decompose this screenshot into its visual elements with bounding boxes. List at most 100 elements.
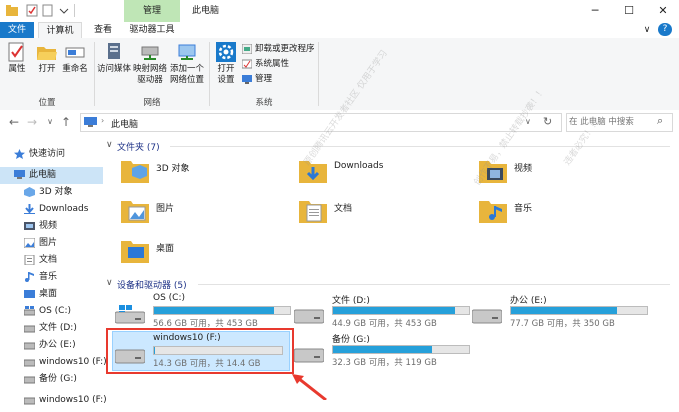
nav-documents[interactable]: 文档 <box>0 252 127 269</box>
map-drive-label-2: 驱动器 <box>137 75 163 85</box>
new-folder-icon[interactable] <box>42 4 54 17</box>
desktop-icon <box>24 289 35 299</box>
folders-collapse-icon[interactable]: ∨ <box>106 140 113 150</box>
nav-pictures[interactable]: 图片 <box>0 235 127 252</box>
drive-usage-fill <box>511 307 618 314</box>
folder-label: 音乐 <box>514 204 533 214</box>
access-media-label: 访问媒体 <box>96 64 131 74</box>
properties-label: 属性 <box>8 64 26 74</box>
folder-label: 3D 对象 <box>156 164 190 174</box>
system-properties-icon <box>241 59 253 69</box>
map-network-drive-button[interactable]: 映射网络 驱动器 <box>132 42 168 86</box>
search-input[interactable] <box>569 115 653 128</box>
properties-check-icon[interactable] <box>26 4 38 17</box>
nav-windows10-f-partial[interactable]: windows10 (F:) <box>0 392 127 409</box>
annotation-highlight-box <box>106 328 294 374</box>
nav-os-c[interactable]: OS (C:) <box>0 303 127 320</box>
help-button[interactable]: ? <box>658 23 672 36</box>
nav-windows10-f-partial-label: windows10 (F:) <box>39 395 107 405</box>
tab-file[interactable]: 文件 <box>0 22 34 38</box>
nav-windows10-f-label: windows10 (F:) <box>39 357 107 367</box>
folder-documents[interactable]: 文档 <box>298 195 468 231</box>
manage-button[interactable]: 管理 <box>242 73 272 86</box>
properties-icon <box>6 42 28 62</box>
section-divider <box>170 146 670 147</box>
drive-os-c[interactable]: OS (C:) 56.6 GB 可用，共 453 GB <box>113 292 293 330</box>
drive-backup-g[interactable]: 备份 (G:) 32.3 GB 可用，共 119 GB <box>292 331 472 369</box>
up-button[interactable]: ↑ <box>58 113 74 131</box>
nav-this-pc[interactable]: 此电脑 <box>0 167 103 184</box>
nav-videos[interactable]: 视频 <box>0 218 127 235</box>
properties-button[interactable]: 属性 <box>4 42 30 75</box>
add-location-label-2: 网络位置 <box>169 75 204 85</box>
refresh-button[interactable]: ↻ <box>543 115 552 128</box>
breadcrumb-this-pc[interactable]: 此电脑 <box>111 117 138 130</box>
add-network-location-button[interactable]: 添加一个 网络位置 <box>168 42 206 86</box>
folder-icon <box>120 237 150 265</box>
divider <box>74 4 75 17</box>
folders-section-header[interactable]: 文件夹 (7) <box>117 140 160 153</box>
nav-pictures-label: 图片 <box>39 238 58 248</box>
access-media-button[interactable]: 访问媒体 <box>96 42 132 75</box>
uninstall-label: 卸载或更改程序 <box>255 44 315 54</box>
rename-button[interactable]: 重命名 <box>60 42 90 75</box>
folder-icon <box>120 197 150 225</box>
media-server-icon <box>103 42 125 62</box>
quick-access-dropdown-icon[interactable] <box>58 4 70 17</box>
drive-space-info: 77.7 GB 可用，共 350 GB <box>510 319 615 329</box>
minimize-button[interactable]: ─ <box>580 0 610 22</box>
group-network-label: 网络 <box>143 98 161 108</box>
folder-music[interactable]: 音乐 <box>478 195 648 231</box>
system-properties-button[interactable]: 系统属性 <box>241 58 289 71</box>
back-button[interactable]: ← <box>6 113 22 131</box>
folder-label: 桌面 <box>156 244 175 254</box>
tab-manage[interactable]: 管理 <box>124 0 180 22</box>
open-settings-button[interactable]: 打开 设置 <box>212 42 240 86</box>
folder-desktop[interactable]: 桌面 <box>120 235 290 271</box>
manage-label: 管理 <box>255 74 273 84</box>
breadcrumb-chevron-icon[interactable]: › <box>101 116 104 125</box>
drive-space-info: 44.9 GB 可用，共 453 GB <box>332 319 437 329</box>
nav-office-e-label: 办公 (E:) <box>39 340 76 350</box>
network-drive-icon <box>139 42 161 62</box>
document-icon <box>24 254 35 265</box>
folder-downloads[interactable]: Downloads <box>298 155 468 191</box>
maximize-button[interactable]: ☐ <box>614 0 644 22</box>
tab-computer[interactable]: 计算机 <box>38 22 82 39</box>
drive-icon <box>23 323 36 333</box>
recent-locations-button[interactable]: ∨ <box>42 113 58 131</box>
rename-icon <box>64 42 86 62</box>
folder-icon[interactable] <box>6 4 18 17</box>
music-note-icon <box>24 271 35 282</box>
nav-3d-objects[interactable]: 3D 对象 <box>0 184 127 201</box>
drive-office-e[interactable]: 办公 (E:) 77.7 GB 可用，共 350 GB <box>470 292 650 330</box>
rename-label: 重命名 <box>62 64 88 74</box>
nav-downloads-label: Downloads <box>39 204 89 214</box>
computer-icon <box>84 117 97 131</box>
drive-icon <box>23 340 36 350</box>
annotation-arrow-icon <box>292 374 327 400</box>
forward-button[interactable]: → <box>24 113 40 131</box>
drives-section-header[interactable]: 设备和驱动器 (5) <box>117 278 187 291</box>
title-bar: 管理 此电脑 ─ ☐ ✕ <box>0 0 679 22</box>
search-icon[interactable]: ⌕ <box>657 114 663 128</box>
tab-view[interactable]: 查看 <box>86 22 120 38</box>
folder-pictures[interactable]: 图片 <box>120 195 290 231</box>
nav-quick-access-label: 快速访问 <box>29 149 66 159</box>
nav-desktop[interactable]: 桌面 <box>0 286 127 303</box>
open-button[interactable]: 打开 <box>34 42 60 75</box>
folder-icon <box>298 197 328 225</box>
navigation-pane: 快速访问 此电脑 3D 对象 Downloads 视频 图片 文档 音乐 桌面 … <box>0 138 107 405</box>
folder-3d-objects[interactable]: 3D 对象 <box>120 155 290 191</box>
nav-desktop-label: 桌面 <box>39 289 58 299</box>
nav-quick-access[interactable]: 快速访问 <box>0 146 117 163</box>
tab-drive-tools[interactable]: 驱动器工具 <box>124 22 180 38</box>
drive-usage-bar <box>510 306 648 315</box>
drive-file-d[interactable]: 文件 (D:) 44.9 GB 可用，共 453 GB <box>292 292 472 330</box>
cube-icon <box>24 186 35 197</box>
uninstall-program-button[interactable]: 卸载或更改程序 <box>241 43 315 56</box>
drives-collapse-icon[interactable]: ∨ <box>106 278 113 288</box>
nav-downloads[interactable]: Downloads <box>0 201 127 218</box>
close-button[interactable]: ✕ <box>648 0 678 22</box>
collapse-ribbon-button[interactable]: ∨ <box>640 22 654 38</box>
